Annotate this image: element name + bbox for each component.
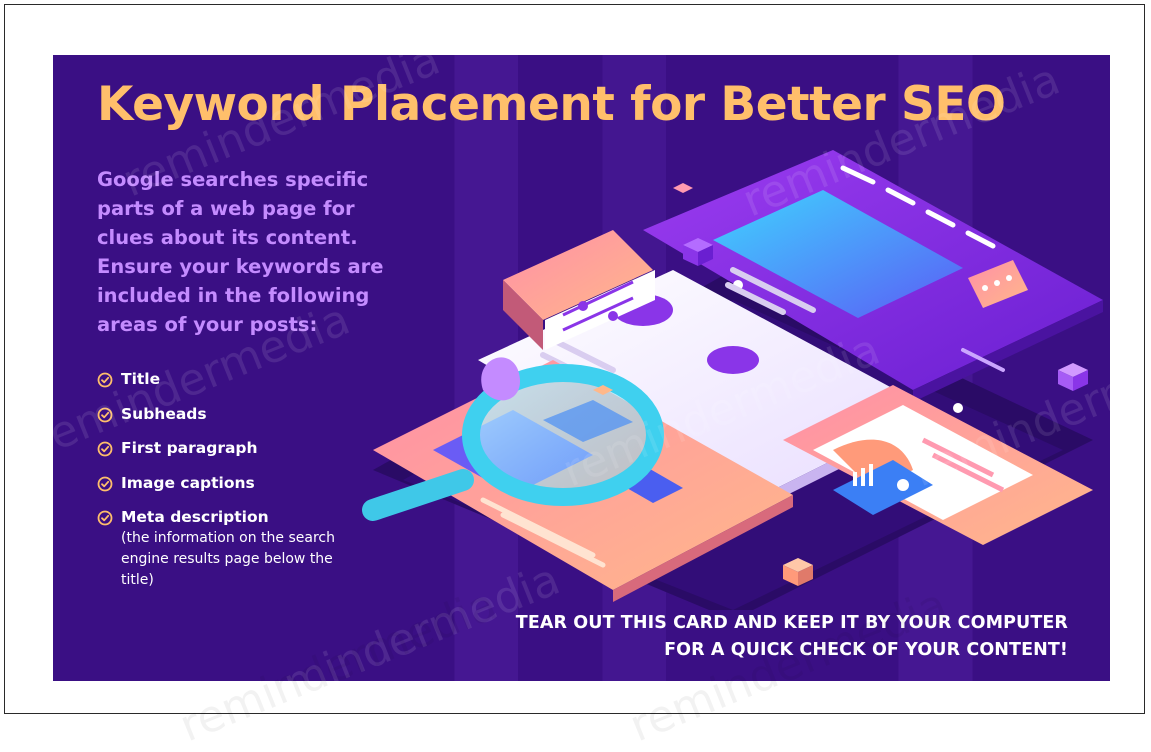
intro-text: Google searches specific parts of a web … [97, 168, 384, 336]
seo-illustration [362, 150, 1103, 610]
checklist-item: Image captions [97, 474, 357, 509]
cta-line-1: TEAR OUT THIS CARD AND KEEP IT BY YOUR C… [515, 613, 1068, 633]
call-to-action: TEAR OUT THIS CARD AND KEEP IT BY YOUR C… [516, 610, 1068, 664]
checklist-item: Meta description (the information on the… [97, 508, 357, 591]
card-title: Keyword Placement for Better SEO [97, 77, 1006, 132]
checklist-label: Image captions [121, 473, 255, 492]
check-circle-icon [97, 510, 113, 526]
check-circle-icon [97, 372, 113, 388]
checklist-label: Subheads [121, 404, 207, 423]
checklist-item: First paragraph [97, 439, 357, 474]
checklist-item: Subheads [97, 405, 357, 440]
checklist-label: First paragraph [121, 439, 258, 457]
keyword-checklist: Title Subheads First paragraph Image cap… [97, 370, 357, 591]
checklist-label: Title [121, 370, 161, 388]
check-circle-icon [97, 407, 113, 422]
check-circle-icon [97, 441, 113, 457]
checklist-item: Title [97, 370, 357, 405]
cta-line-2: FOR A QUICK CHECK OF YOUR CONTENT! [664, 640, 1068, 660]
check-circle-icon [97, 476, 113, 491]
checklist-note: (the information on the search engine re… [121, 530, 335, 588]
checklist-label: Meta description [121, 508, 269, 526]
seo-card: Keyword Placement for Better SEO Google … [53, 55, 1110, 681]
